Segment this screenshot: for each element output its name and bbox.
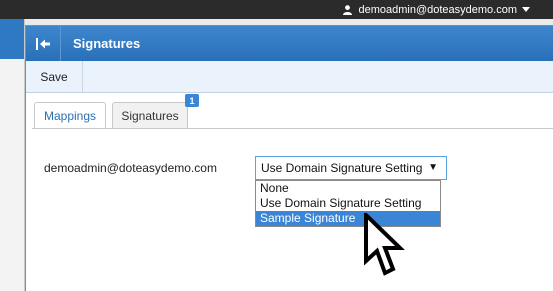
caret-down-icon: [522, 7, 530, 12]
mapping-email-label: demoadmin@doteasydemo.com: [44, 161, 217, 175]
toolbar: Save: [26, 61, 553, 93]
tab-mappings[interactable]: Mappings: [34, 102, 106, 129]
mouse-pointer-icon: [364, 213, 405, 276]
tab-divider: [32, 128, 553, 129]
user-icon: [343, 4, 353, 15]
signatures-count-badge: 1: [185, 94, 199, 107]
user-menu[interactable]: demoadmin@doteasydemo.com: [343, 0, 536, 19]
tab-signatures[interactable]: Signatures: [112, 102, 188, 128]
left-panel-header: [0, 19, 24, 59]
select-caret-icon: ▼: [428, 162, 438, 173]
top-bar: demoadmin@doteasydemo.com: [0, 0, 553, 19]
username: demoadmin@doteasydemo.com: [358, 3, 517, 16]
collapse-button[interactable]: [26, 26, 61, 61]
dialog-titlebar: Signatures: [26, 26, 553, 61]
save-button[interactable]: Save: [26, 61, 83, 92]
signature-select[interactable]: Use Domain Signature Setting ▼: [255, 156, 447, 180]
collapse-left-icon: [36, 37, 50, 50]
left-panel: [0, 19, 25, 291]
option-use-domain-signature[interactable]: Use Domain Signature Setting: [256, 196, 440, 211]
signature-select-value: Use Domain Signature Setting: [261, 161, 423, 175]
signatures-dialog: Signatures Save Mappings Signatures 1 de…: [25, 25, 553, 291]
option-none[interactable]: None: [256, 181, 440, 196]
dialog-title: Signatures: [73, 36, 141, 51]
